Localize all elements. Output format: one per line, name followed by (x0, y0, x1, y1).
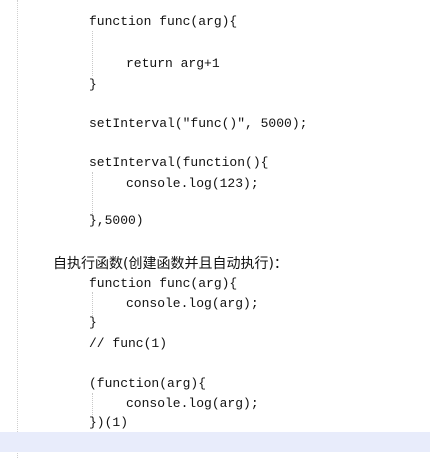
section-heading: 自执行函数(创建函数并且自动执行)： (53, 256, 288, 272)
indent-guide (92, 292, 93, 316)
code-line-comment: // func(1) (89, 336, 168, 351)
code-line-func-decl-2: function func(arg){ (89, 276, 238, 291)
left-margin-rule (17, 0, 18, 458)
code-line-close-brace-2: } (89, 315, 97, 330)
indent-guide (92, 393, 93, 417)
code-document: function func(arg){ return arg+1 } setIn… (0, 0, 430, 458)
indent-guide (92, 172, 93, 214)
code-line-close-interval: },5000) (89, 213, 144, 228)
code-line-setinterval-string: setInterval("func()", 5000); (89, 116, 308, 131)
code-line-console-log-arg: console.log(arg); (126, 296, 259, 311)
current-line-highlight (0, 432, 430, 452)
code-line-console-log: console.log(123); (126, 176, 259, 191)
code-line-setinterval-fn: setInterval(function(){ (89, 155, 269, 170)
code-line-return: return arg+1 (126, 56, 220, 71)
code-line-iife-close: })(1) (89, 415, 129, 430)
code-line-console-log-arg-2: console.log(arg); (126, 396, 259, 411)
code-line-close-brace: } (89, 77, 97, 92)
code-line-iife-open: (function(arg){ (89, 376, 207, 391)
indent-guide (92, 31, 93, 76)
code-line-func-decl: function func(arg){ (89, 14, 238, 29)
